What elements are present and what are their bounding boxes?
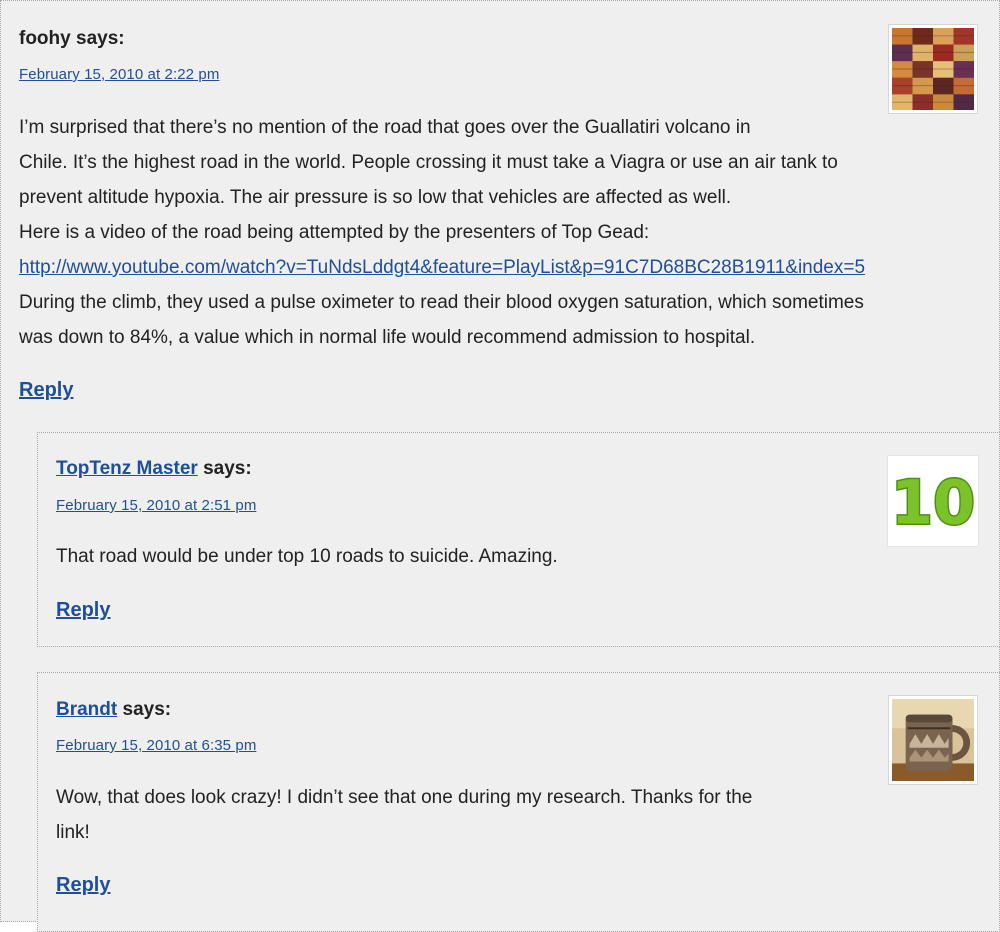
- comment-body: Wow, that does look crazy! I didn’t see …: [56, 780, 752, 850]
- reply-button[interactable]: Reply: [19, 378, 73, 402]
- comment-text-line: Wow, that does look crazy! I didn’t see …: [56, 787, 753, 808]
- comment-author-line: TopTenz Master says:: [56, 457, 252, 481]
- ceramic-mug-avatar: [888, 695, 978, 785]
- comment-date-link[interactable]: February 15, 2010 at 2:22 pm: [19, 66, 219, 84]
- says-label: says:: [197, 458, 252, 479]
- comment-author-link[interactable]: TopTenz Master: [56, 458, 198, 479]
- youtube-video-link[interactable]: http://www.youtube.com/watch?v=TuNdsLddg…: [19, 257, 865, 278]
- comment-author-link[interactable]: Brandt: [56, 699, 117, 720]
- comment-text-line: link!: [56, 822, 90, 843]
- reply-button[interactable]: Reply: [56, 598, 110, 622]
- toptenz-logo-text: 10: [891, 468, 975, 538]
- woven-textile-avatar: [888, 24, 978, 114]
- ceramic-mug-icon: [892, 699, 974, 781]
- comment-brandt: Brandt says: February 15, 2010 at 6:35 p…: [37, 672, 1000, 932]
- comment-text-line: That road would be under top 10 roads to…: [56, 546, 558, 567]
- says-label: says:: [117, 699, 172, 720]
- comment-author: foohy: [19, 28, 71, 49]
- comment-date-link[interactable]: February 15, 2010 at 2:51 pm: [56, 497, 256, 515]
- comment-author-line: foohy says:: [19, 27, 125, 51]
- comment-date-link[interactable]: February 15, 2010 at 6:35 pm: [56, 737, 256, 755]
- comment-author-line: Brandt says:: [56, 698, 171, 722]
- comment-text-line: I’m surprised that there’s no mention of…: [19, 117, 751, 138]
- comment-body: I’m surprised that there’s no mention of…: [19, 110, 865, 355]
- comment-text-line: prevent altitude hypoxia. The air pressu…: [19, 187, 732, 208]
- toptenz-10-logo: 10: [887, 455, 979, 547]
- comment-body: That road would be under top 10 roads to…: [56, 539, 558, 574]
- comment-toptenz-master: TopTenz Master says: February 15, 2010 a…: [37, 432, 1000, 647]
- comment-text-line: Chile. It’s the highest road in the worl…: [19, 152, 838, 173]
- comment-text-line: Here is a video of the road being attemp…: [19, 222, 650, 243]
- says-label: says:: [70, 28, 125, 49]
- reply-button[interactable]: Reply: [56, 873, 110, 897]
- comment-text-line: During the climb, they used a pulse oxim…: [19, 292, 864, 313]
- comment-text-line: was down to 84%, a value which in normal…: [19, 327, 756, 348]
- woven-textile-icon: [892, 28, 974, 110]
- toptenz-logo-icon: 10: [891, 467, 975, 540]
